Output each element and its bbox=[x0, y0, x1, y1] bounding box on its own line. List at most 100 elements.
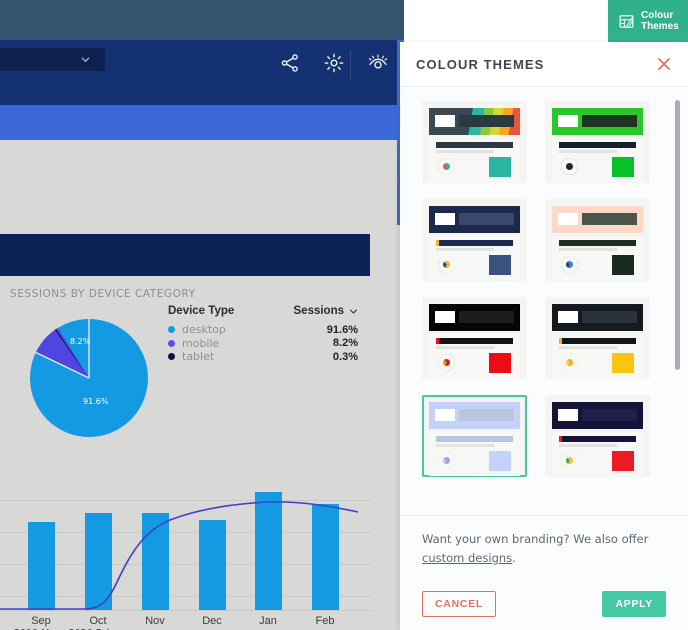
pie-chart: 91.6% 8.2% bbox=[29, 318, 149, 438]
theme-card-donut-preview bbox=[561, 452, 578, 469]
legend-value: 0.3% bbox=[332, 350, 358, 363]
theme-card-titlebar bbox=[582, 213, 637, 225]
theme-card-body bbox=[552, 432, 643, 476]
theme-card-body bbox=[552, 236, 643, 280]
theme-card-swatch bbox=[489, 157, 511, 177]
legend-color-dot bbox=[168, 353, 175, 361]
gear-icon[interactable] bbox=[323, 52, 345, 74]
theme-card-bar bbox=[559, 142, 636, 148]
theme-card-logo bbox=[435, 213, 455, 225]
colour-themes-tab[interactable]: Colour Themes bbox=[608, 0, 688, 42]
report-canvas: SESSIONS BY DEVICE CATEGORY 91.6% 8.2% D… bbox=[0, 0, 404, 630]
close-icon[interactable] bbox=[656, 56, 672, 72]
theme-card-logo bbox=[558, 213, 578, 225]
theme-card-titlebar bbox=[459, 311, 514, 323]
theme-card-accent bbox=[436, 240, 439, 246]
theme-card-bar bbox=[436, 338, 513, 344]
theme-card-swatch bbox=[612, 255, 634, 275]
branding-note-suffix: . bbox=[512, 551, 516, 565]
legend-header-metric: Sessions bbox=[293, 305, 345, 317]
pie-chart-svg bbox=[30, 319, 148, 437]
theme-card[interactable] bbox=[422, 101, 527, 183]
theme-list-body bbox=[400, 87, 688, 515]
theme-card[interactable] bbox=[422, 199, 527, 281]
theme-card-body bbox=[429, 138, 520, 182]
custom-designs-link[interactable]: custom designs bbox=[422, 551, 512, 565]
theme-card-accent bbox=[559, 436, 562, 442]
theme-card-subbar bbox=[559, 150, 617, 153]
report-accent-band bbox=[0, 105, 399, 140]
theme-card-body bbox=[429, 432, 520, 476]
theme-card-body bbox=[552, 138, 643, 182]
report-selector-dropdown[interactable] bbox=[0, 48, 105, 71]
theme-card-bar bbox=[559, 338, 636, 344]
theme-card[interactable] bbox=[422, 395, 527, 477]
theme-card-header bbox=[429, 108, 520, 135]
legend-header-metric-group[interactable]: Sessions bbox=[294, 305, 359, 317]
panel-scrollbar[interactable] bbox=[675, 100, 680, 485]
pie-label-mobile: 8.2% bbox=[70, 337, 91, 346]
theme-card-titlebar bbox=[459, 409, 514, 421]
colour-themes-panel: COLOUR THEMES Want your own branding? We… bbox=[400, 42, 688, 630]
theme-card-bar bbox=[559, 436, 636, 442]
eye-icon[interactable] bbox=[367, 52, 389, 74]
legend-label: desktop bbox=[182, 323, 226, 337]
branding-note: Want your own branding? We also offer cu… bbox=[400, 515, 688, 578]
theme-card-subbar bbox=[436, 150, 494, 153]
theme-card-titlebar bbox=[582, 115, 637, 127]
theme-card-header bbox=[552, 206, 643, 233]
theme-card-subbar bbox=[559, 444, 617, 447]
theme-card-subbar bbox=[436, 248, 494, 251]
device-legend-table: Device Type Sessions desktop 91.6% mobil… bbox=[168, 305, 358, 364]
legend-row: tablet 0.3% bbox=[168, 350, 358, 364]
legend-color-dot bbox=[168, 339, 175, 347]
theme-card[interactable] bbox=[545, 297, 650, 379]
app-root: SESSIONS BY DEVICE CATEGORY 91.6% 8.2% D… bbox=[0, 0, 688, 630]
legend-header-row: Device Type Sessions bbox=[168, 305, 358, 317]
theme-card-donut-preview bbox=[561, 354, 578, 371]
theme-card[interactable] bbox=[545, 395, 650, 477]
legend-row: desktop 91.6% bbox=[168, 323, 358, 337]
theme-card[interactable] bbox=[545, 199, 650, 281]
theme-card-body bbox=[429, 236, 520, 280]
cancel-button[interactable]: CANCEL bbox=[422, 591, 496, 617]
chevron-down-icon bbox=[81, 57, 90, 63]
pie-label-desktop: 91.6% bbox=[83, 397, 109, 406]
report-toolbar bbox=[0, 40, 399, 105]
theme-card-swatch bbox=[612, 353, 634, 373]
theme-card-donut-preview bbox=[438, 158, 455, 175]
report-section-header bbox=[0, 234, 370, 276]
theme-card-logo bbox=[558, 115, 578, 127]
theme-card-bar bbox=[436, 240, 513, 246]
branding-note-text: Want your own branding? We also offer bbox=[422, 532, 649, 546]
theme-card-header bbox=[429, 304, 520, 331]
theme-card-swatch bbox=[489, 255, 511, 275]
theme-card-header bbox=[552, 402, 643, 429]
theme-card-titlebar bbox=[459, 115, 514, 127]
theme-card-body bbox=[429, 334, 520, 378]
toolbar-icon-group bbox=[279, 52, 389, 74]
trend-line bbox=[0, 501, 359, 610]
theme-card-header bbox=[552, 304, 643, 331]
x-label: Nov bbox=[145, 615, 165, 627]
theme-card-logo bbox=[435, 115, 455, 127]
panel-footer: CANCEL APPLY bbox=[400, 578, 688, 630]
legend-value: 8.2% bbox=[332, 337, 358, 350]
theme-card[interactable] bbox=[422, 297, 527, 379]
panel-header: COLOUR THEMES bbox=[400, 42, 688, 87]
apply-button[interactable]: APPLY bbox=[602, 591, 666, 617]
theme-card-bar bbox=[436, 436, 513, 442]
share-icon[interactable] bbox=[279, 52, 301, 74]
theme-card-subbar bbox=[436, 346, 494, 349]
x-label: Feb bbox=[315, 615, 335, 627]
theme-card[interactable] bbox=[545, 101, 650, 183]
theme-card-subbar bbox=[559, 346, 617, 349]
theme-card-subbar bbox=[436, 444, 494, 447]
theme-card-bar bbox=[559, 240, 636, 246]
theme-card-header bbox=[552, 108, 643, 135]
section-title: SESSIONS BY DEVICE CATEGORY bbox=[10, 288, 196, 300]
theme-card-titlebar bbox=[582, 409, 637, 421]
theme-card-logo bbox=[558, 409, 578, 421]
theme-card-donut-preview bbox=[561, 256, 578, 273]
scrollbar-thumb[interactable] bbox=[675, 100, 680, 370]
